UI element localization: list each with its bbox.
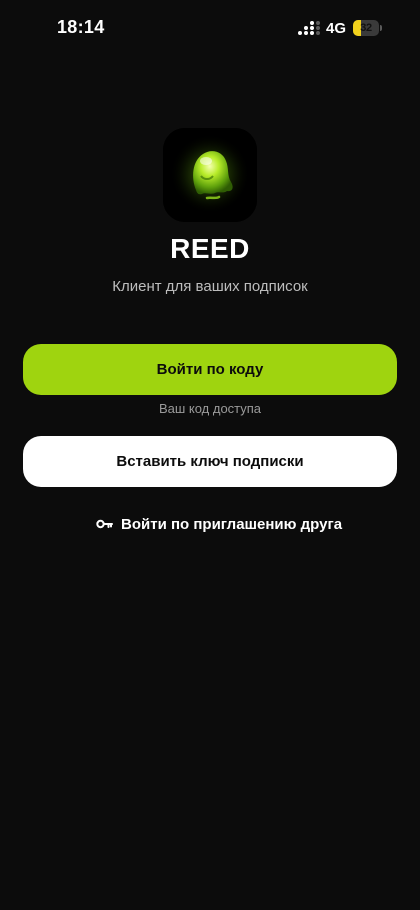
status-time: 18:14	[57, 17, 105, 37]
key-icon	[96, 519, 113, 529]
paste-subscription-key-button[interactable]: Вставить ключ подписки	[23, 436, 397, 487]
battery-icon: 32	[353, 20, 383, 37]
app-name: REED	[170, 233, 250, 264]
glowing-ghost-icon	[163, 128, 257, 222]
status-bar: 18:14 4G 32	[0, 0, 420, 58]
access-code-hint: Ваш код доступа	[158, 401, 262, 416]
login-by-code-button[interactable]: Войти по коду	[23, 344, 397, 395]
app-logo-icon	[163, 128, 257, 222]
network-type-label: 4G	[326, 20, 347, 37]
invite-login-link[interactable]: Войти по приглашению друга	[96, 513, 342, 535]
app-subtitle: Клиент для ваших подписок	[112, 278, 308, 295]
battery-level: 32	[360, 22, 372, 34]
cellular-signal-icon	[298, 21, 320, 36]
invite-login-label: Войти по приглашению друга	[121, 515, 343, 533]
